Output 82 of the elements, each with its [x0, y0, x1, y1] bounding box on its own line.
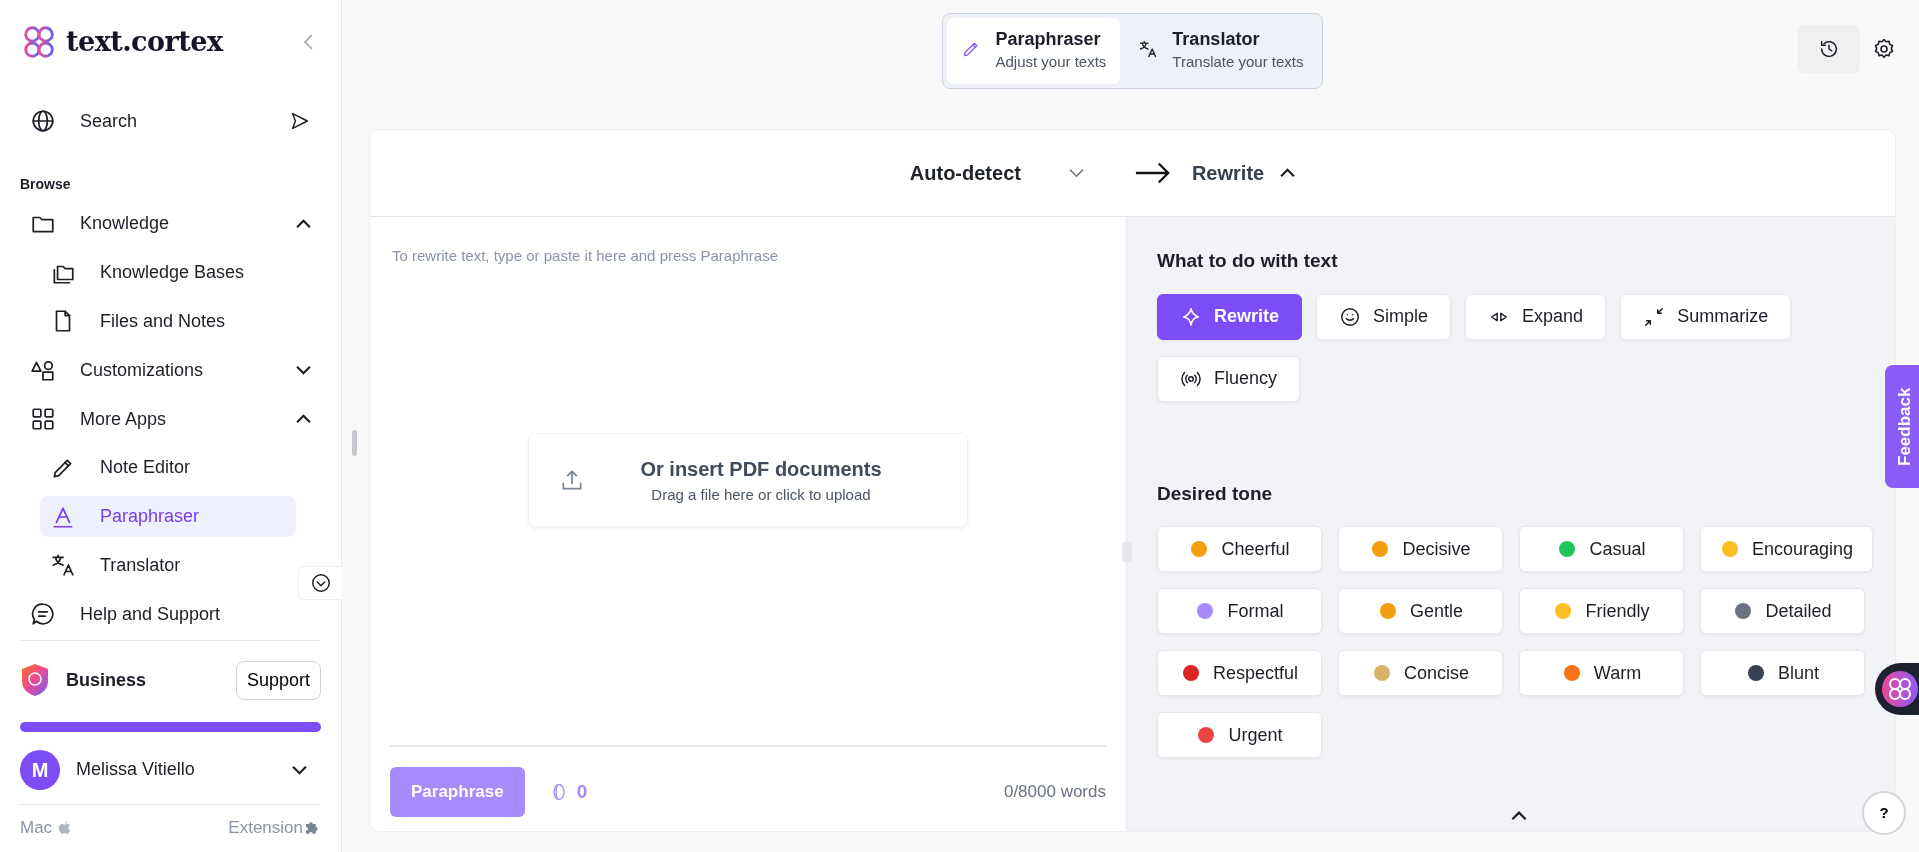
sparkle-icon — [1180, 305, 1202, 328]
user-menu[interactable]: M Melissa Vitiello — [20, 749, 321, 790]
emoji-icon — [1553, 601, 1574, 622]
emoji-icon — [1196, 725, 1217, 746]
emoji-icon — [1372, 663, 1392, 684]
action-chip[interactable]: Rewrite — [1157, 293, 1303, 340]
feedback-tab[interactable]: Feedback — [1885, 365, 1919, 488]
action-chip[interactable]: Expand — [1465, 293, 1607, 340]
send-icon — [289, 110, 311, 132]
tone-chip[interactable]: Warm — [1519, 650, 1684, 697]
emoji-icon — [1377, 601, 1398, 622]
search-item[interactable]: Search — [20, 98, 321, 144]
arrow-right-icon — [1133, 161, 1172, 186]
emoji-icon — [1180, 663, 1201, 684]
word-count: 0/8000 words — [1003, 781, 1106, 804]
chevron-up-icon — [1280, 168, 1296, 179]
diagonal-arrows-icon — [1643, 305, 1666, 328]
sidebar-subitem[interactable]: Paraphraser — [40, 495, 296, 538]
smiley-icon — [1339, 305, 1362, 328]
tone-chip[interactable]: Friendly — [1519, 588, 1684, 635]
emoji-icon — [1733, 601, 1754, 622]
emoji-icon — [1195, 601, 1216, 622]
chevron-down-icon — [292, 764, 307, 775]
sidebar-subitem[interactable]: Note Editor — [40, 446, 296, 489]
help-button[interactable]: ? — [1862, 791, 1906, 835]
mode-tab[interactable]: Translator Translate your texts — [1124, 18, 1318, 85]
brain-logo-icon — [1880, 669, 1919, 709]
brand-name: text.cortex — [66, 24, 223, 59]
section-heading: What to do with text — [1157, 249, 1339, 274]
tone-chip[interactable]: Cheerful — [1157, 526, 1322, 573]
emoji-icon — [1561, 663, 1582, 684]
upload-hint: Drag a file here or click to upload — [650, 484, 872, 505]
tone-chip[interactable]: Gentle — [1338, 588, 1503, 635]
translate-icon — [1138, 39, 1159, 59]
chat-bubble-icon — [30, 601, 56, 628]
sidebar-subitem[interactable]: Translator — [40, 544, 296, 587]
tone-chip[interactable]: Blunt — [1700, 650, 1865, 697]
source-language-dropdown[interactable]: Auto-detect — [909, 158, 1084, 189]
grid-icon — [30, 406, 56, 432]
tone-chip[interactable]: Concise — [1338, 650, 1503, 697]
support-button[interactable]: Support — [235, 660, 321, 700]
translate-icon — [50, 552, 76, 579]
chevron-down-icon — [1068, 168, 1084, 179]
section-heading: Browse — [20, 175, 72, 194]
history-icon — [1818, 38, 1840, 60]
tone-chip[interactable]: Respectful — [1157, 650, 1322, 697]
action-chip[interactable]: Fluency — [1157, 355, 1301, 402]
user-avatar: M — [20, 749, 60, 790]
shield-icon — [20, 662, 50, 698]
section-heading: Desired tone — [1157, 481, 1274, 506]
upload-dropzone[interactable]: Or insert PDF documents Drag a file here or click to upload — [528, 433, 968, 528]
scroll-down-button[interactable] — [298, 566, 342, 600]
tone-chip[interactable]: Encouraging — [1700, 526, 1873, 573]
tone-chip[interactable]: Decisive — [1338, 526, 1503, 573]
sidebar-subitem[interactable]: Knowledge Bases — [40, 251, 296, 294]
chevron-up-icon — [1511, 811, 1527, 821]
sidebar-item[interactable]: More Apps — [20, 398, 321, 440]
upload-title: Or insert PDF documents — [639, 456, 883, 482]
target-mode-dropdown[interactable]: Rewrite — [1191, 158, 1296, 189]
credit-count: 0 — [576, 779, 588, 804]
action-chip[interactable]: Summarize — [1620, 293, 1792, 340]
emoji-icon — [1557, 539, 1578, 560]
history-button[interactable] — [1798, 25, 1860, 73]
globe-icon — [30, 108, 56, 134]
sidebar-item[interactable]: Help and Support — [20, 593, 321, 635]
sidebar-subitem[interactable]: Files and Notes — [40, 300, 296, 343]
pane-resize-handle[interactable] — [1122, 542, 1132, 563]
mode-tab[interactable]: Paraphraser Adjust your texts — [947, 18, 1121, 85]
tone-chip[interactable]: Formal — [1157, 588, 1322, 635]
tone-chip[interactable]: Casual — [1519, 526, 1684, 573]
resize-handle[interactable] — [352, 430, 357, 456]
emoji-icon — [1189, 539, 1210, 560]
action-chip[interactable]: Simple — [1316, 293, 1452, 340]
chevron-circle-icon — [309, 572, 332, 594]
emoji-icon — [1746, 663, 1766, 684]
plan-name: Business — [66, 668, 147, 692]
emoji-icon — [1370, 539, 1391, 560]
emoji-icon — [1719, 539, 1740, 560]
tone-chip[interactable]: Detailed — [1700, 588, 1865, 635]
sidebar-item[interactable]: Customizations — [20, 349, 321, 392]
tone-chip[interactable]: Urgent — [1157, 712, 1322, 759]
sidebar-item[interactable]: Knowledge — [20, 203, 321, 245]
